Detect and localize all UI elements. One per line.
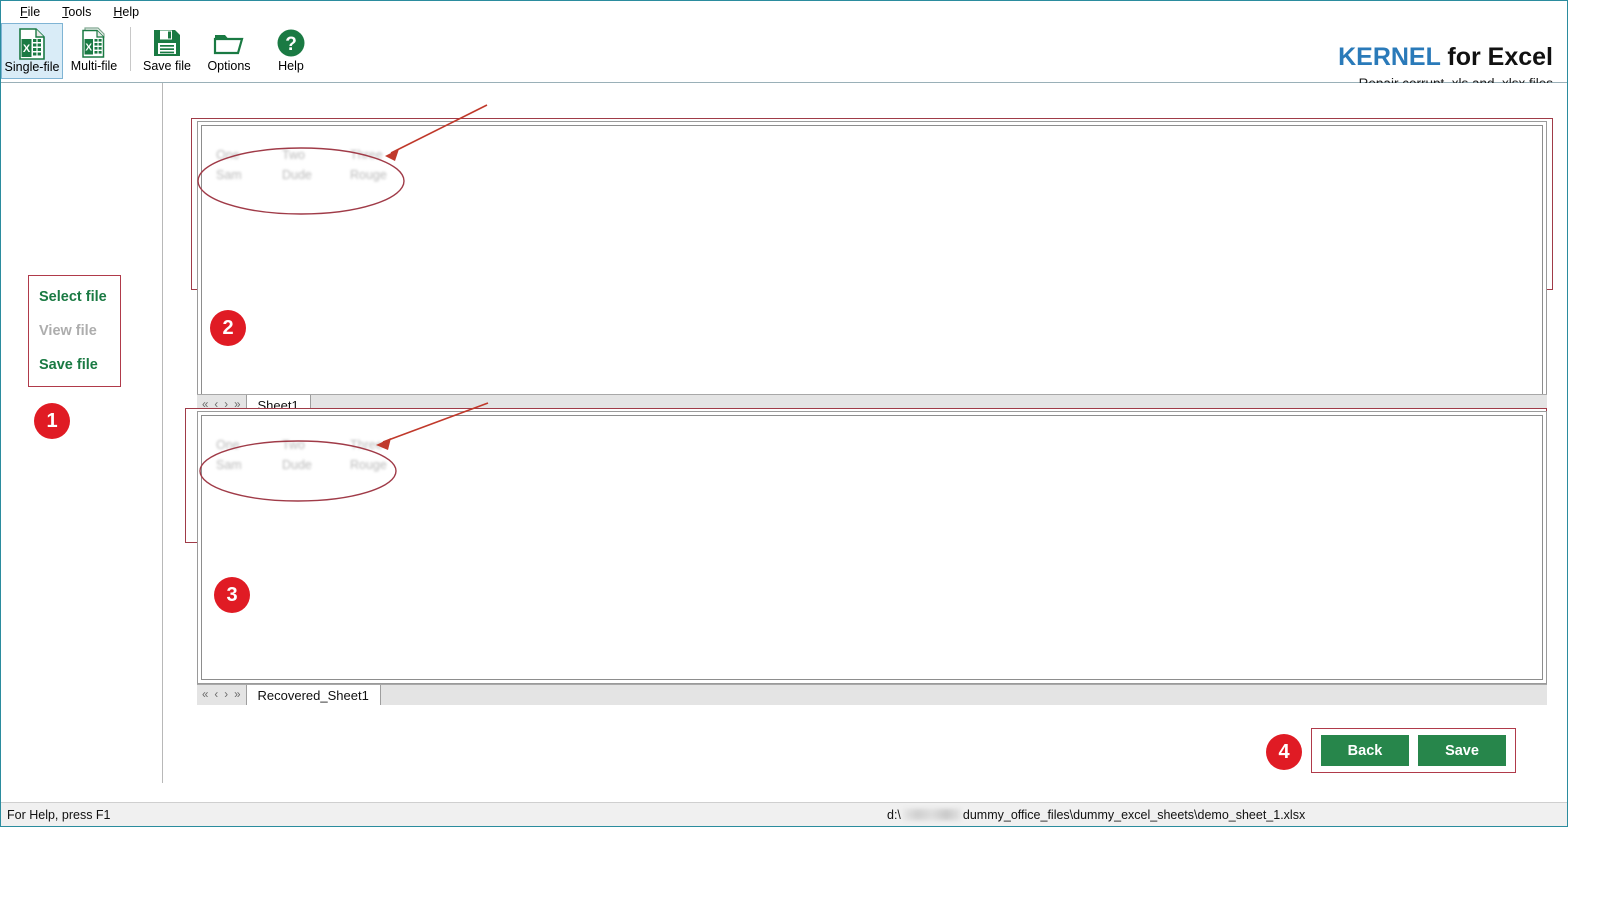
toolbar-button-single-file[interactable]: X Single-file: [1, 23, 63, 79]
recovered-grid[interactable]: One Two Three Sam Dude Rouge: [197, 411, 1547, 684]
toolbar-separator: [130, 27, 131, 71]
floppy-disk-icon: [152, 26, 182, 59]
excel-single-file-icon: X: [17, 27, 47, 60]
source-grid[interactable]: One Two Three Sam Dude Rouge: [197, 121, 1547, 401]
question-mark-circle-icon: ?: [276, 26, 306, 59]
toolbar-button-options-label: Options: [207, 59, 251, 73]
menu-item-file-label: ile: [27, 5, 41, 19]
toolbar-button-help-label: Help: [278, 59, 304, 73]
status-file-path: d:\ dummy_office_files\dummy_excel_sheet…: [887, 808, 1305, 822]
status-path-prefix: d:\: [887, 807, 901, 822]
status-help-text: For Help, press F1: [7, 807, 111, 822]
cell: Dude: [282, 168, 312, 182]
cell: One: [216, 148, 240, 162]
sidebar-item-select-file[interactable]: Select file: [39, 288, 120, 306]
toolbar: X Single-file X Multi-file Save file Opt…: [1, 23, 1567, 90]
callout-badge-3: 3: [214, 577, 250, 613]
cell: Sam: [216, 168, 242, 182]
toolbar-button-single-file-label: Single-file: [4, 60, 60, 74]
action-buttons-highlight: Back Save: [1311, 728, 1516, 773]
source-grid-row: One Two Three: [216, 148, 418, 162]
recovered-tab-navigation[interactable]: « ‹ › »: [197, 685, 247, 705]
toolbar-button-options[interactable]: Options: [198, 23, 260, 79]
toolbar-button-save-file-label: Save file: [143, 59, 191, 73]
source-grid-row: Sam Dude Rouge: [216, 168, 418, 182]
vertical-divider: [162, 83, 163, 783]
next-sheet-icon[interactable]: ›: [224, 689, 228, 701]
brand-title: KERNEL for Excel: [1338, 45, 1553, 70]
callout-badge-2: 2: [210, 310, 246, 346]
application-window: File Tools Help X Single-file X Multi-fi…: [0, 0, 1568, 827]
navigation-steps-panel: Select file View file Save file: [28, 275, 121, 387]
menu-item-tools-label: ools: [68, 5, 92, 19]
cell: Two: [282, 148, 305, 162]
recovered-tabbar-filler: [380, 685, 1547, 705]
cell: Three: [350, 438, 383, 452]
sidebar-item-save-file[interactable]: Save file: [39, 356, 120, 374]
svg-text:X: X: [23, 43, 31, 55]
back-button[interactable]: Back: [1321, 735, 1409, 766]
cell: One: [216, 438, 240, 452]
main-content: Select file View file Save file 1 One Tw…: [1, 83, 1567, 800]
callout-badge-4: 4: [1266, 734, 1302, 770]
cell: Two: [282, 438, 305, 452]
last-sheet-icon[interactable]: »: [234, 689, 240, 701]
first-sheet-icon[interactable]: «: [202, 689, 208, 701]
recovered-grid-row: Sam Dude Rouge: [216, 458, 418, 472]
cell: Rouge: [350, 168, 387, 182]
save-button[interactable]: Save: [1418, 735, 1506, 766]
toolbar-button-multi-file-label: Multi-file: [70, 59, 118, 73]
sidebar-item-view-file: View file: [39, 323, 97, 339]
brand-suffix: for Excel: [1440, 43, 1553, 71]
toolbar-button-multi-file[interactable]: X Multi-file: [63, 23, 125, 79]
previous-sheet-icon[interactable]: ‹: [214, 689, 218, 701]
callout-badge-1: 1: [34, 403, 70, 439]
svg-text:X: X: [85, 42, 92, 53]
recovered-sheet-tab[interactable]: Recovered_Sheet1: [246, 685, 381, 705]
cell: Three: [350, 148, 383, 162]
redacted-path-segment: [902, 809, 961, 820]
excel-multi-file-icon: X: [78, 26, 110, 59]
folder-open-icon: [213, 26, 245, 59]
status-path-suffix: dummy_office_files\dummy_excel_sheets\de…: [962, 807, 1306, 822]
toolbar-group-files: X Single-file X Multi-file: [1, 23, 125, 79]
brand-name: KERNEL: [1338, 43, 1441, 71]
source-grid-inner[interactable]: One Two Three Sam Dude Rouge: [201, 125, 1543, 397]
menu-item-help-label: elp: [122, 5, 140, 19]
cell: Sam: [216, 458, 242, 472]
recovered-grid-inner[interactable]: One Two Three Sam Dude Rouge: [201, 415, 1543, 680]
menu-item-tools[interactable]: Tools: [51, 3, 102, 21]
menu-bar: File Tools Help: [1, 1, 1567, 23]
toolbar-group-actions: Save file Options ? Help: [136, 23, 322, 79]
recovered-grid-row: One Two Three: [216, 438, 418, 452]
cell: Dude: [282, 458, 312, 472]
menu-item-file[interactable]: File: [9, 3, 51, 21]
toolbar-button-save-file[interactable]: Save file: [136, 23, 198, 79]
menu-item-help[interactable]: Help: [102, 3, 150, 21]
svg-text:?: ?: [285, 34, 297, 55]
cell: Rouge: [350, 458, 387, 472]
status-bar: For Help, press F1 d:\ dummy_office_file…: [1, 802, 1567, 826]
toolbar-button-help[interactable]: ? Help: [260, 23, 322, 79]
recovered-sheet-tabbar: « ‹ › » Recovered_Sheet1: [197, 684, 1547, 705]
